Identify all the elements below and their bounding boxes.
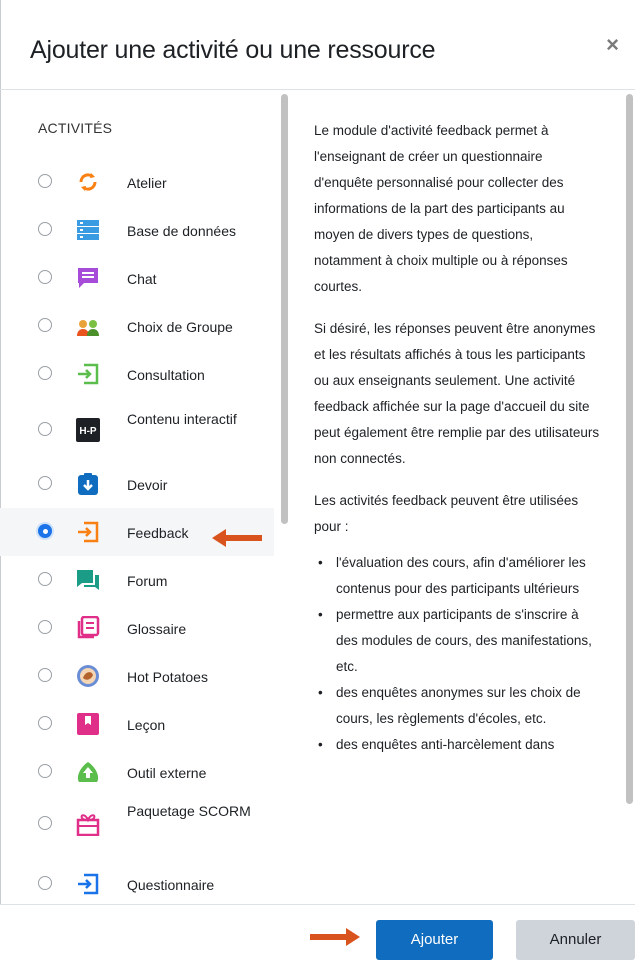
workshop-icon: [76, 170, 100, 194]
radio-button[interactable]: [38, 422, 52, 436]
activity-label: Choix de Groupe: [127, 319, 233, 335]
list-scrollbar[interactable]: [281, 94, 288, 524]
activity-list: ACTIVITÉS Atelier Base de données Chat C…: [0, 90, 274, 904]
radio-button[interactable]: [38, 668, 52, 682]
activity-item-paquetage-scorm[interactable]: Paquetage SCORM: [0, 796, 274, 854]
radio-button[interactable]: [38, 270, 52, 284]
radio-button[interactable]: [38, 174, 52, 188]
radio-button-selected[interactable]: [38, 524, 52, 538]
activity-item-forum[interactable]: Forum: [0, 556, 274, 604]
activity-label: Outil externe: [127, 765, 207, 781]
annotation-arrow-left-icon: [212, 528, 262, 548]
activity-item-atelier[interactable]: Atelier: [0, 158, 274, 206]
activity-item-questionnaire[interactable]: Questionnaire: [0, 860, 274, 904]
lesson-icon: [76, 712, 100, 736]
radio-button[interactable]: [38, 876, 52, 890]
radio-button[interactable]: [38, 222, 52, 236]
close-icon[interactable]: ×: [606, 34, 619, 56]
activity-description: Le module d'activité feedback permet à l…: [314, 118, 604, 904]
section-label: ACTIVITÉS: [38, 120, 113, 136]
activity-label: Base de données: [127, 223, 236, 239]
radio-button[interactable]: [38, 476, 52, 490]
dialog-title: Ajouter une activité ou une ressource: [30, 36, 436, 64]
activity-label: Devoir: [127, 477, 168, 493]
activity-item-base-de-donnees[interactable]: Base de données: [0, 206, 274, 254]
h5p-icon: H-P: [76, 418, 100, 442]
activity-label: Hot Potatoes: [127, 669, 208, 685]
activity-label: Paquetage SCORM: [127, 803, 251, 819]
forum-icon: [76, 568, 100, 592]
hotpot-icon: [76, 664, 100, 688]
activity-label: Chat: [127, 271, 157, 287]
questionnaire-icon: [76, 872, 100, 896]
annotation-arrow-right-icon: [310, 927, 360, 947]
radio-button[interactable]: [38, 620, 52, 634]
list-item: permettre aux participants de s'inscrire…: [318, 602, 604, 680]
activity-label: Contenu interactif: [127, 411, 237, 427]
cancel-button[interactable]: Annuler: [516, 920, 635, 960]
chat-icon: [76, 266, 100, 290]
activity-item-outil-externe[interactable]: Outil externe: [0, 748, 274, 796]
scorm-icon: [76, 812, 100, 836]
radio-button[interactable]: [38, 816, 52, 830]
assignment-icon: [76, 472, 100, 496]
radio-button[interactable]: [38, 716, 52, 730]
radio-button[interactable]: [38, 572, 52, 586]
feedback-icon: [76, 520, 100, 544]
external-tool-icon: [76, 760, 100, 784]
activity-label: Glossaire: [127, 621, 187, 637]
svg-text:H-P: H-P: [79, 426, 97, 437]
radio-button[interactable]: [38, 764, 52, 778]
activity-item-choix-de-groupe[interactable]: Choix de Groupe: [0, 302, 274, 350]
activity-item-contenu-interactif[interactable]: H-P Contenu interactif: [0, 398, 274, 462]
activity-label: Atelier: [127, 175, 167, 191]
radio-button[interactable]: [38, 318, 52, 332]
radio-button[interactable]: [38, 366, 52, 380]
list-item: des enquêtes anonymes sur les choix de c…: [318, 680, 604, 732]
activity-item-hot-potatoes[interactable]: Hot Potatoes: [0, 652, 274, 700]
dialog-header: Ajouter une activité ou une ressource ×: [0, 0, 635, 90]
description-scrollbar[interactable]: [626, 94, 633, 804]
activity-item-consultation[interactable]: Consultation: [0, 350, 274, 398]
list-item: l'évaluation des cours, afin d'améliorer…: [318, 550, 604, 602]
description-paragraph: Le module d'activité feedback permet à l…: [314, 123, 568, 294]
description-list: l'évaluation des cours, afin d'améliorer…: [314, 550, 604, 758]
description-paragraph: Les activités feedback peuvent être util…: [314, 493, 579, 534]
activity-label: Leçon: [127, 717, 166, 733]
list-item: des enquêtes anti-harcèlement dans: [318, 732, 604, 758]
glossary-icon: [76, 616, 100, 640]
group-choice-icon: [76, 314, 100, 338]
activity-item-devoir[interactable]: Devoir: [0, 460, 274, 508]
dialog-footer: Ajouter Annuler: [0, 904, 635, 962]
database-icon: [76, 218, 100, 242]
activity-item-lecon[interactable]: Leçon: [0, 700, 274, 748]
consultation-icon: [76, 362, 100, 386]
activity-item-glossaire[interactable]: Glossaire: [0, 604, 274, 652]
activity-label: Consultation: [127, 367, 205, 383]
description-paragraph: Si désiré, les réponses peuvent être ano…: [314, 321, 600, 466]
activity-label: Forum: [127, 573, 168, 589]
activity-item-chat[interactable]: Chat: [0, 254, 274, 302]
add-button[interactable]: Ajouter: [376, 920, 493, 960]
activity-label: Questionnaire: [127, 877, 215, 893]
